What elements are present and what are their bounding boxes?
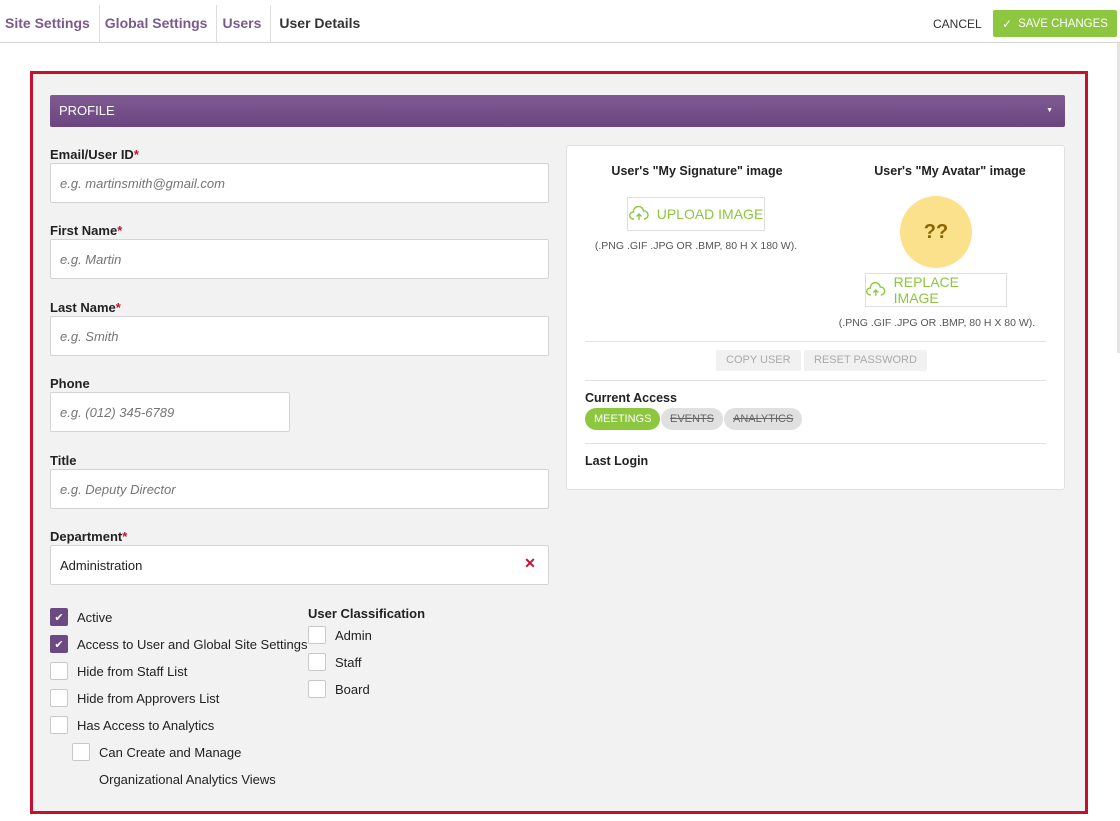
last-name-label-text: Last Name	[50, 300, 116, 315]
required-marker: *	[115, 300, 121, 315]
manage-analytics-views-label-continued: Organizational Analytics Views	[99, 772, 276, 787]
staff-checkbox-row[interactable]: Staff	[308, 653, 362, 671]
manage-analytics-views-checkbox-row[interactable]: Can Create and Manage	[72, 743, 241, 761]
admin-checkbox-row[interactable]: Admin	[308, 626, 372, 644]
admin-checkbox[interactable]	[308, 626, 326, 644]
active-checkbox[interactable]: ✔	[50, 608, 68, 626]
user-images-card: User's "My Signature" image UPLOAD IMAGE…	[566, 145, 1065, 490]
hide-staff-list-label: Hide from Staff List	[77, 663, 188, 679]
analytics-access-checkbox-row[interactable]: Has Access to Analytics	[50, 716, 214, 734]
last-name-input[interactable]	[50, 316, 549, 356]
site-settings-access-checkbox[interactable]: ✔	[50, 635, 68, 653]
save-changes-label: SAVE CHANGES	[1018, 17, 1108, 30]
breadcrumb-site-settings[interactable]: Site Settings	[0, 5, 100, 42]
caret-down-icon: ▼	[1046, 107, 1053, 114]
department-label-text: Department	[50, 529, 123, 544]
signature-format-hint: (.PNG .GIF .JPG OR .BMP, 80 H X 180 W).	[594, 240, 798, 252]
clear-department-icon[interactable]: ✕	[523, 556, 537, 570]
cloud-upload-icon	[866, 282, 886, 296]
admin-label: Admin	[335, 627, 372, 643]
signature-image-title: User's "My Signature" image	[611, 164, 783, 178]
analytics-access-checkbox[interactable]	[50, 716, 68, 734]
avatar: ??	[900, 196, 972, 268]
access-pill-meetings[interactable]: MEETINGS	[585, 408, 661, 430]
cloud-upload-icon	[628, 206, 649, 220]
hide-staff-list-checkbox-row[interactable]: Hide from Staff List	[50, 662, 187, 680]
divider	[585, 443, 1046, 444]
manage-analytics-views-continuation: Organizational Analytics Views	[99, 772, 276, 787]
access-pill-events[interactable]: EVENTS	[661, 408, 724, 430]
reset-password-button[interactable]: RESET PASSWORD	[804, 350, 927, 371]
user-classification-title: User Classification	[308, 606, 426, 621]
analytics-access-label: Has Access to Analytics	[77, 717, 215, 733]
hide-approvers-list-checkbox[interactable]	[50, 689, 68, 707]
copy-user-button[interactable]: COPY USER	[716, 350, 801, 371]
department-label: Department*	[50, 529, 127, 544]
department-select[interactable]	[50, 545, 549, 585]
access-pill-analytics[interactable]: ANALYTICS	[724, 408, 803, 430]
breadcrumb-users[interactable]: Users	[217, 5, 272, 42]
upload-image-label: UPLOAD IMAGE	[656, 206, 764, 222]
phone-input[interactable]	[50, 392, 290, 432]
staff-checkbox[interactable]	[308, 653, 326, 671]
title-input[interactable]	[50, 469, 549, 509]
hide-staff-list-checkbox[interactable]	[50, 662, 68, 680]
avatar-image-title: User's "My Avatar" image	[874, 164, 1026, 178]
site-settings-access-label: Access to User and Global Site Settings	[77, 636, 308, 652]
required-marker: *	[122, 529, 128, 544]
breadcrumb: Site Settings Global Settings Users User…	[0, 5, 369, 42]
profile-section-header[interactable]: PROFILE ▼	[50, 95, 1065, 127]
divider	[585, 341, 1046, 342]
replace-image-label: REPLACE IMAGE	[893, 274, 959, 306]
title-label-text: Title	[50, 453, 77, 468]
phone-label: Phone	[50, 376, 90, 391]
top-bar: Site Settings Global Settings Users User…	[0, 0, 1120, 43]
last-name-label: Last Name*	[50, 300, 121, 315]
required-marker: *	[133, 147, 139, 162]
breadcrumb-global-settings[interactable]: Global Settings	[100, 5, 218, 42]
email-label-text: Email/User ID	[50, 147, 134, 162]
current-access-label: Current Access	[585, 391, 677, 405]
site-settings-access-checkbox-row[interactable]: ✔ Access to User and Global Site Setting…	[50, 635, 308, 653]
profile-panel: PROFILE ▼ Email/User ID* First Name* Las…	[30, 71, 1088, 814]
first-name-label: First Name*	[50, 223, 122, 238]
avatar-format-hint: (.PNG .GIF .JPG OR .BMP, 80 H X 80 W).	[838, 317, 1036, 329]
email-input[interactable]	[50, 163, 549, 203]
last-login-label: Last Login	[585, 454, 649, 468]
first-name-label-text: First Name	[50, 223, 118, 238]
board-checkbox[interactable]	[308, 680, 326, 698]
email-label: Email/User ID*	[50, 147, 139, 162]
profile-header-label: PROFILE	[59, 103, 115, 118]
required-marker: *	[117, 223, 123, 238]
upload-image-button[interactable]: UPLOAD IMAGE	[627, 197, 765, 231]
hide-approvers-list-label: Hide from Approvers List	[77, 690, 220, 706]
title-label: Title	[50, 453, 77, 468]
active-checkbox-row[interactable]: ✔ Active	[50, 608, 112, 626]
breadcrumb-user-details: User Details	[279, 15, 361, 31]
active-label: Active	[77, 609, 113, 625]
replace-image-button[interactable]: REPLACE IMAGE	[865, 273, 1007, 307]
phone-label-text: Phone	[50, 376, 90, 391]
staff-label: Staff	[335, 654, 362, 670]
first-name-input[interactable]	[50, 239, 549, 279]
board-checkbox-row[interactable]: Board	[308, 680, 370, 698]
checkmark-icon: ✓	[1002, 16, 1013, 31]
save-changes-button[interactable]: ✓ SAVE CHANGES	[993, 10, 1117, 37]
manage-analytics-views-checkbox[interactable]	[72, 743, 90, 761]
manage-analytics-views-label: Can Create and Manage	[99, 744, 242, 760]
board-label: Board	[335, 681, 370, 697]
divider	[585, 380, 1046, 381]
cancel-button[interactable]: CANCEL	[921, 12, 994, 36]
hide-approvers-list-checkbox-row[interactable]: Hide from Approvers List	[50, 689, 219, 707]
